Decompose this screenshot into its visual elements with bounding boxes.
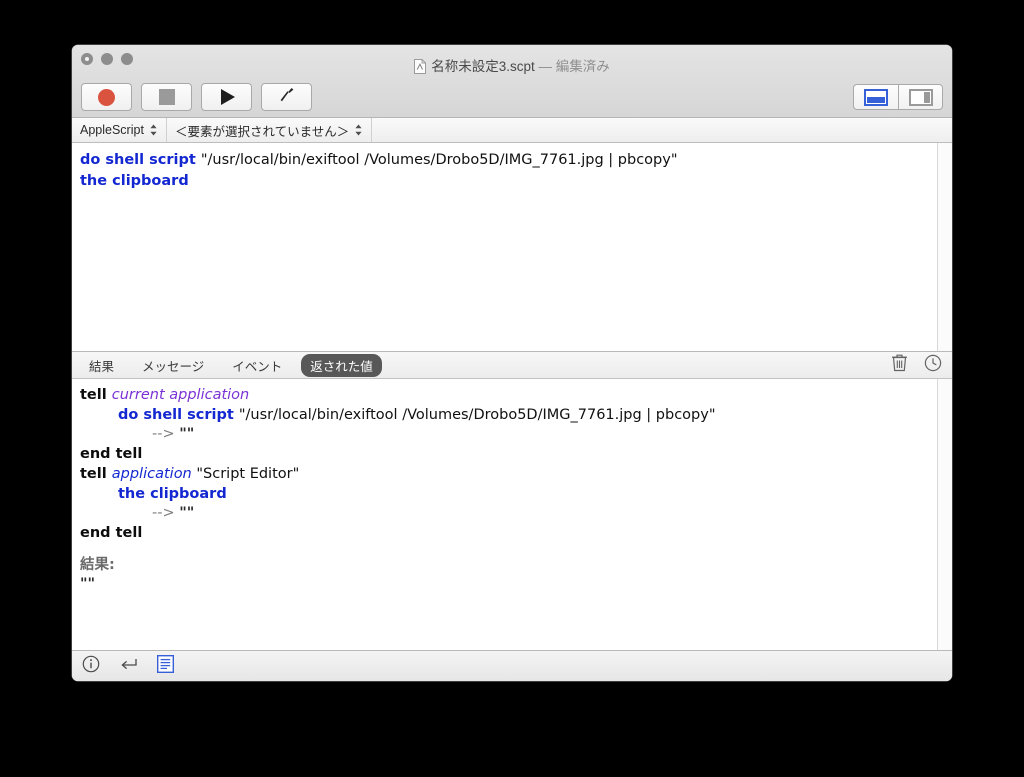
log-line-1: tell current application	[80, 386, 927, 406]
clock-icon	[924, 354, 942, 377]
transport-button-group	[81, 83, 312, 111]
language-popup[interactable]: AppleScript	[72, 118, 167, 142]
chevron-updown-icon	[149, 123, 158, 137]
event-log-text: tell current application do shell script…	[72, 379, 937, 650]
tab-events[interactable]: イベント	[223, 354, 291, 377]
script-editor-pane: do shell script "/usr/local/bin/exiftool…	[72, 143, 952, 352]
navbar-filler	[372, 118, 952, 142]
window-title-filename: 名称未設定3.scpt	[431, 59, 535, 74]
log-line-3: --> ""	[80, 425, 927, 445]
log-line-5-appname: "Script Editor"	[191, 465, 300, 482]
script-editor-window: 名称未設定3.scpt — 編集済み AppleScript ＜要素が選択されて…	[72, 45, 952, 681]
pane-toggle-group	[853, 84, 943, 110]
applescript-document-icon	[414, 59, 427, 74]
log-line-6-keyword: the clipboard	[118, 485, 227, 502]
tab-result[interactable]: 結果	[80, 354, 123, 377]
log-result-label: 結果:	[80, 556, 927, 576]
script-line-1-keyword: do shell script	[80, 152, 201, 168]
log-history-button[interactable]	[924, 354, 942, 377]
navigation-bar: AppleScript ＜要素が選択されていません＞	[72, 118, 952, 143]
window-title-dash: —	[534, 59, 556, 74]
editor-vertical-scrollbar[interactable]	[937, 143, 952, 351]
script-source-text[interactable]: do shell script "/usr/local/bin/exiftool…	[72, 143, 937, 351]
log-line-5-application: application	[111, 465, 192, 482]
tab-replies[interactable]: 返された値	[301, 353, 382, 377]
tab-messages[interactable]: メッセージ	[133, 354, 213, 377]
log-line-8: end tell	[80, 524, 927, 544]
log-line-2-string: "/usr/local/bin/exiftool /Volumes/Drobo5…	[238, 406, 716, 423]
trash-icon	[891, 353, 908, 377]
language-popup-label: AppleScript	[80, 123, 144, 137]
log-line-5-tell: tell	[80, 465, 112, 482]
log-result-value: ""	[80, 575, 927, 595]
log-line-7-arrow: -->	[152, 505, 180, 522]
log-line-7-value: ""	[179, 505, 195, 522]
window-titlebar: 名称未設定3.scpt — 編集済み	[72, 45, 952, 118]
log-line-5: tell application "Script Editor"	[80, 465, 927, 485]
window-title: 名称未設定3.scpt — 編集済み	[72, 55, 952, 75]
log-line-3-arrow: -->	[152, 426, 180, 443]
run-triangle-icon	[221, 89, 235, 105]
log-vertical-scrollbar[interactable]	[937, 379, 952, 650]
log-line-4: end tell	[80, 445, 927, 465]
result-tab-bar: 結果 メッセージ イベント 返された値	[72, 352, 952, 379]
log-line-1-class: current application	[111, 387, 250, 403]
return-arrow-icon	[119, 656, 138, 677]
log-line-1-tell: tell	[80, 387, 112, 403]
wrap-lines-button[interactable]	[119, 656, 138, 677]
pane-bottom-icon	[864, 88, 888, 106]
element-popup[interactable]: ＜要素が選択されていません＞	[167, 118, 373, 142]
log-line-8-end: end tell	[80, 524, 143, 541]
stop-square-icon	[158, 89, 175, 105]
hammer-icon	[277, 85, 297, 110]
result-label-text: 結果:	[80, 556, 115, 573]
info-circle-icon	[82, 655, 100, 678]
toolbar	[72, 77, 952, 117]
record-circle-icon	[98, 88, 115, 106]
log-line-7: --> ""	[80, 504, 927, 524]
status-bar	[72, 651, 952, 681]
show-lines-button[interactable]	[156, 654, 175, 678]
log-line-2: do shell script "/usr/local/bin/exiftool…	[80, 406, 927, 426]
result-log-pane: tell current application do shell script…	[72, 379, 952, 651]
lines-list-icon	[156, 654, 175, 678]
bottom-pane-toggle[interactable]	[853, 84, 898, 110]
element-popup-label: ＜要素が選択されていません＞	[174, 124, 350, 139]
log-line-2-keyword: do shell script	[118, 406, 239, 423]
chevron-updown-icon-2	[354, 123, 363, 137]
script-line-1: do shell script "/usr/local/bin/exiftool…	[80, 150, 927, 171]
window-title-state: 編集済み	[555, 59, 610, 74]
script-line-2: the clipboard	[80, 171, 927, 192]
log-line-6: the clipboard	[80, 485, 927, 505]
record-button[interactable]	[81, 83, 132, 111]
script-line-2-keyword: the clipboard	[80, 173, 189, 189]
result-value-text: ""	[80, 576, 96, 593]
script-line-1-string: "/usr/local/bin/exiftool /Volumes/Drobo5…	[200, 152, 678, 168]
run-button[interactable]	[201, 83, 252, 111]
compile-button[interactable]	[261, 83, 312, 111]
log-spacer	[80, 544, 927, 556]
pane-right-icon	[908, 88, 933, 106]
log-line-3-value: ""	[179, 426, 195, 443]
log-line-4-end: end tell	[80, 446, 143, 463]
clear-log-button[interactable]	[891, 353, 908, 377]
stop-button[interactable]	[141, 83, 192, 111]
description-button[interactable]	[82, 655, 100, 678]
side-pane-toggle[interactable]	[898, 84, 943, 110]
